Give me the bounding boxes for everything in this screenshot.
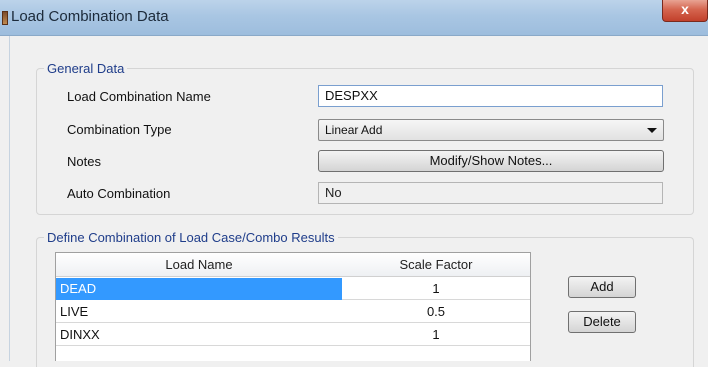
add-button[interactable]: Add — [568, 276, 636, 298]
app-icon — [2, 11, 8, 25]
load-combination-name-input[interactable]: DESPXX — [318, 85, 663, 107]
define-combination-legend: Define Combination of Load Case/Combo Re… — [44, 230, 338, 245]
table-header: Load Name Scale Factor — [56, 253, 530, 277]
window-title: Load Combination Data — [11, 8, 169, 25]
load-case-table[interactable]: Load Name Scale Factor DEAD 1 LIVE 0.5 D… — [55, 252, 531, 361]
load-name-cell[interactable]: DINXX — [56, 324, 342, 346]
title-bar[interactable]: Load Combination Data x — [0, 0, 708, 36]
delete-button[interactable]: Delete — [568, 311, 636, 333]
close-icon: x — [681, 1, 689, 17]
chevron-down-icon — [647, 128, 657, 133]
close-button[interactable]: x — [662, 0, 708, 22]
load-name-cell[interactable]: DEAD — [56, 278, 342, 300]
scale-factor-cell[interactable]: 1 — [342, 324, 530, 346]
notes-label: Notes — [67, 154, 101, 169]
combination-type-select[interactable]: Linear Add — [318, 119, 664, 141]
load-name-cell[interactable]: LIVE — [56, 301, 342, 323]
table-row[interactable]: LIVE 0.5 — [56, 301, 530, 323]
auto-combination-label: Auto Combination — [67, 186, 171, 201]
combination-type-value: Linear Add — [325, 123, 383, 137]
auto-combination-value: No — [318, 182, 663, 204]
general-data-legend: General Data — [44, 61, 128, 76]
column-header-scale-factor[interactable]: Scale Factor — [342, 253, 530, 277]
modify-show-notes-button[interactable]: Modify/Show Notes... — [318, 150, 664, 172]
scale-factor-cell[interactable]: 0.5 — [342, 301, 530, 323]
table-row[interactable]: DEAD 1 — [56, 278, 530, 300]
column-header-load-name[interactable]: Load Name — [56, 253, 342, 277]
table-row[interactable]: DINXX 1 — [56, 324, 530, 346]
combination-type-label: Combination Type — [67, 122, 172, 137]
load-combination-name-label: Load Combination Name — [67, 89, 211, 104]
scale-factor-cell[interactable]: 1 — [342, 278, 530, 300]
